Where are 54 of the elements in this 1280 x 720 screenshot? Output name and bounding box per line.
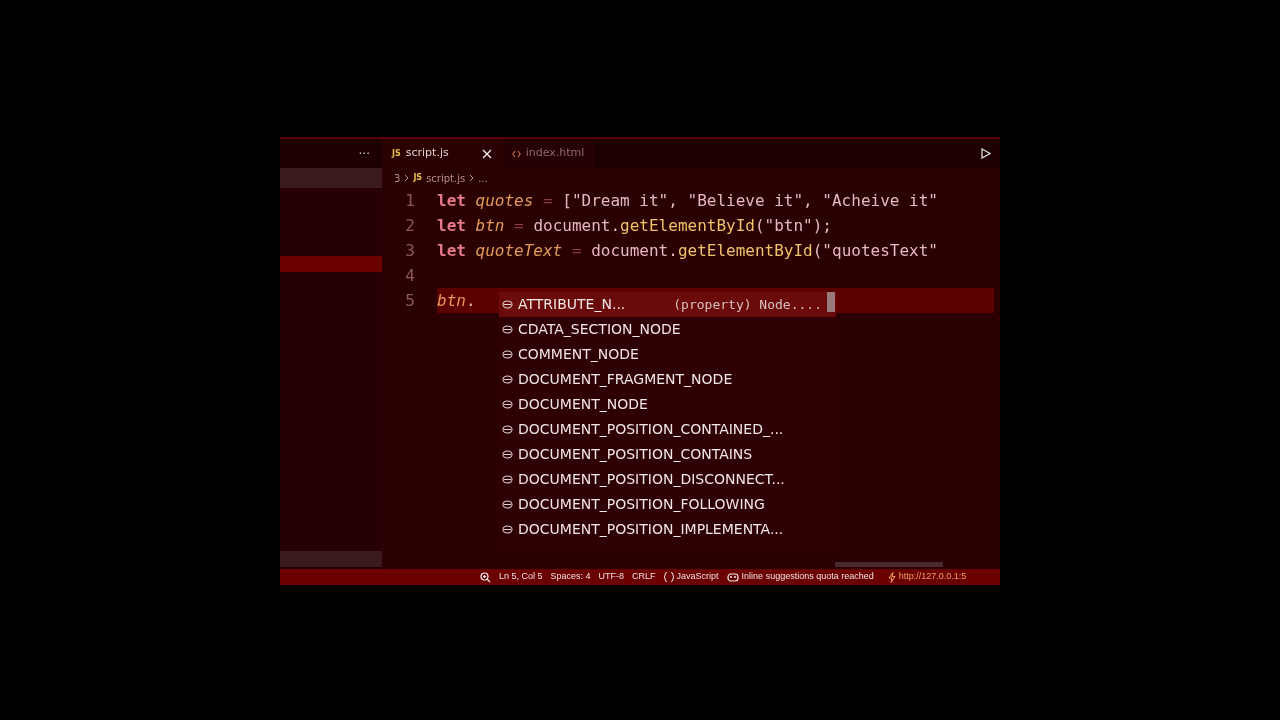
breadcrumb-item[interactable]: script.js [426, 170, 466, 186]
property-icon [502, 325, 513, 334]
code-line: let quoteText = document.getElementById("quotesText" [437, 239, 938, 262]
close-icon[interactable] [481, 148, 492, 159]
editor-tab[interactable]: index.html [501, 139, 595, 168]
property-icon [502, 350, 513, 359]
property-icon [502, 375, 513, 384]
property-icon [502, 450, 513, 459]
status-item[interactable]: Spaces: 4 [550, 570, 591, 584]
run-icon[interactable] [981, 148, 991, 159]
property-icon [502, 525, 513, 534]
suggestion-item[interactable]: COMMENT_NODE [499, 342, 836, 367]
breadcrumb-item[interactable]: ... [478, 170, 488, 186]
more-actions-button[interactable]: ··· [358, 144, 370, 163]
property-icon [502, 475, 513, 484]
property-icon [502, 300, 513, 309]
line-number: 1 [404, 189, 416, 212]
scrollbar-thumb[interactable] [835, 562, 943, 567]
suggestion-item[interactable]: ATTRIBUTE_N... (property) Node.... [499, 292, 836, 317]
code-line: let quotes = ["Dream it", "Believe it", "Acheive it" [437, 189, 938, 212]
breadcrumb-item[interactable]: 3 [394, 170, 401, 186]
line-number: 2 [404, 214, 416, 237]
suggestion-item[interactable]: DOCUMENT_POSITION_DISCONNECT... [499, 467, 836, 492]
status-item[interactable]: JavaScript [676, 570, 719, 584]
code-icon [511, 149, 521, 158]
code-line: btn. [437, 289, 476, 312]
suggestion-item[interactable]: DOCUMENT_FRAGMENT_NODE [499, 367, 836, 392]
line-number: 3 [404, 239, 416, 262]
braces-icon [663, 572, 674, 582]
status-item[interactable]: CRLF [632, 570, 656, 584]
suggestion-item[interactable]: DOCUMENT_POSITION_CONTAINS [499, 442, 836, 467]
editor-tab[interactable]: JS script.js [382, 139, 502, 168]
property-icon [502, 400, 513, 409]
suggestion-item[interactable]: DOCUMENT_POSITION_FOLLOWING [499, 492, 836, 517]
file-icon: JS [413, 172, 423, 184]
suggestion-item[interactable]: DOCUMENT_POSITION_IMPLEMENTA... [499, 517, 836, 542]
status-item[interactable]: Ln 5, Col 5 [499, 570, 543, 584]
line-number: 4 [404, 264, 416, 287]
suggestion-item[interactable]: CDATA_SECTION_NODE [499, 317, 836, 342]
line-number: 5 [404, 289, 416, 312]
robot-icon [726, 572, 739, 582]
status-item[interactable]: http://127.0.0.1:5 [898, 570, 967, 584]
status-item[interactable]: Inline suggestions quota reached [741, 570, 874, 584]
code-line: let btn = document.getElementById("btn"); [437, 214, 832, 237]
suggestion-item[interactable]: DOCUMENT_POSITION_CONTAINED_... [499, 417, 836, 442]
property-icon [502, 425, 513, 434]
scrollbar-thumb[interactable] [827, 292, 835, 312]
chevron-icon [404, 174, 410, 182]
suggestion-item[interactable]: DOCUMENT_NODE [499, 392, 836, 417]
lightning-icon [887, 571, 896, 583]
zoom-icon[interactable] [480, 571, 491, 583]
chevron-icon [469, 174, 475, 182]
status-item[interactable]: UTF-8 [598, 570, 625, 584]
property-icon [502, 500, 513, 509]
